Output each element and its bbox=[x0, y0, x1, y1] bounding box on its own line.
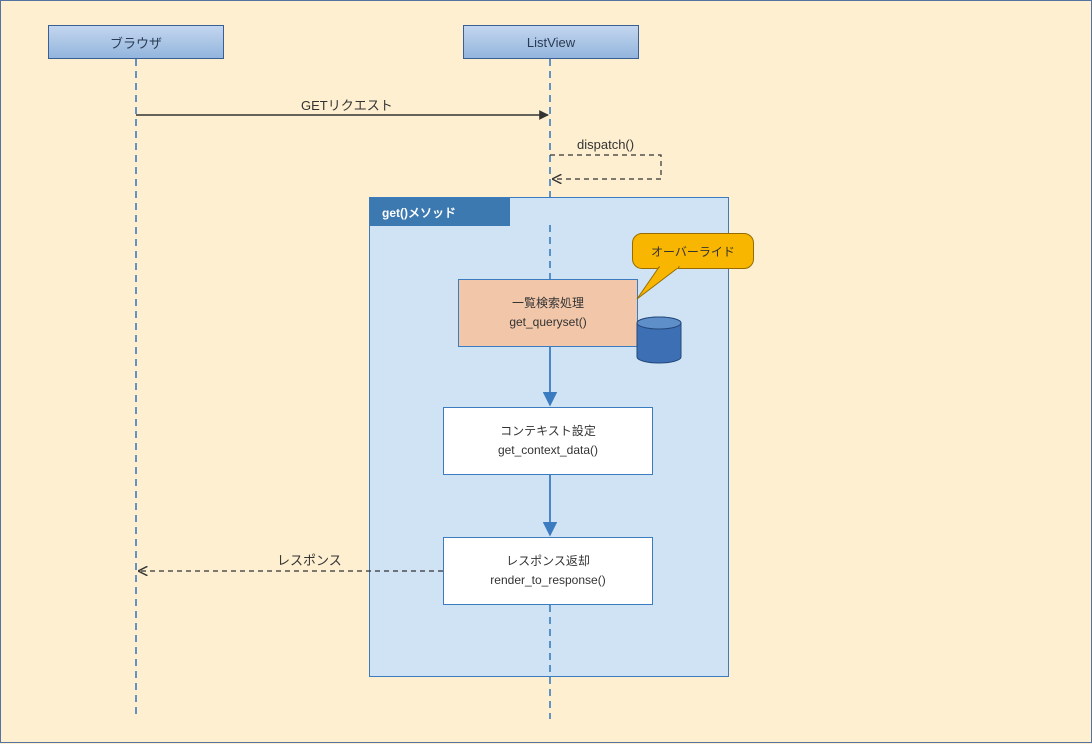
msg-dispatch-label: dispatch() bbox=[577, 137, 634, 152]
participant-listview-label: ListView bbox=[527, 35, 575, 50]
msg-get-request-label: GETリクエスト bbox=[301, 95, 393, 114]
override-callout-label: オーバーライド bbox=[651, 243, 735, 260]
step-get-queryset-method: get_queryset() bbox=[509, 313, 586, 332]
participant-listview: ListView bbox=[463, 25, 639, 59]
step-render-to-response-title: レスポンス返却 bbox=[506, 552, 590, 571]
msg-response-label: レスポンス bbox=[277, 550, 342, 569]
override-callout: オーバーライド bbox=[632, 233, 754, 269]
step-render-to-response: レスポンス返却 render_to_response() bbox=[443, 537, 653, 605]
participant-browser: ブラウザ bbox=[48, 25, 224, 59]
participant-browser-label: ブラウザ bbox=[110, 33, 162, 52]
step-get-context-data: コンテキスト設定 get_context_data() bbox=[443, 407, 653, 475]
arrow-dispatch bbox=[550, 155, 661, 179]
step-get-context-data-method: get_context_data() bbox=[498, 441, 598, 460]
step-get-queryset-title: 一覧検索処理 bbox=[512, 294, 584, 313]
diagram-canvas: ブラウザ ListView get()メソッド 一覧検索処理 get_query… bbox=[0, 0, 1092, 743]
step-get-queryset: 一覧検索処理 get_queryset() bbox=[458, 279, 638, 347]
step-render-to-response-method: render_to_response() bbox=[490, 571, 605, 590]
get-method-frame-title: get()メソッド bbox=[370, 198, 510, 226]
step-get-context-data-title: コンテキスト設定 bbox=[500, 422, 596, 441]
